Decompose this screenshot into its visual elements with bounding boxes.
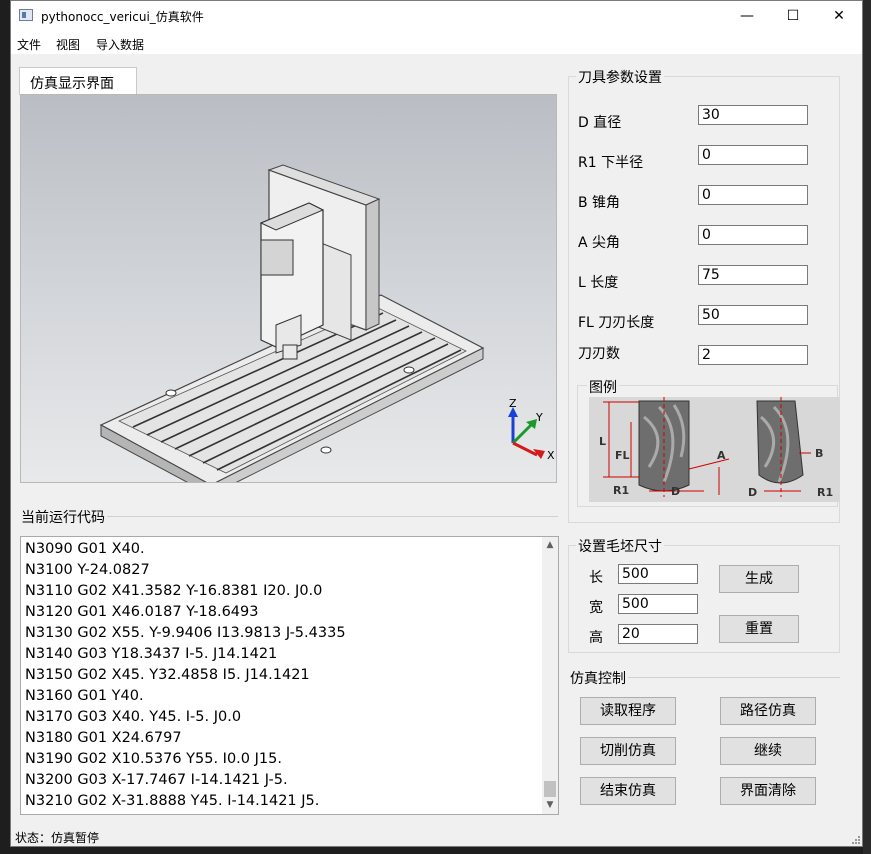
field-label-a: A 尖角 <box>578 235 621 251</box>
axis-y-label: Y <box>535 411 543 424</box>
blank-width-label: 宽 <box>589 600 603 616</box>
field-label-b: B 锥角 <box>578 195 621 211</box>
axis-z-label: Z <box>509 397 517 410</box>
menu-file[interactable]: 文件 <box>17 36 41 53</box>
menu-view[interactable]: 视图 <box>56 36 80 53</box>
column-side <box>365 198 380 331</box>
read-program-button[interactable]: 读取程序 <box>580 697 676 725</box>
scroll-thumb[interactable] <box>544 781 556 797</box>
field-label-r1: R1 下半径 <box>578 155 644 171</box>
tip-angle-input[interactable]: 0 <box>698 225 808 245</box>
diagram-label-a: A <box>717 449 726 462</box>
code-line: N3210 G02 X-31.8888 Y45. I-14.1421 J5. <box>25 793 320 809</box>
diagram-label-r1-left: R1 <box>613 484 629 497</box>
blank-length-input[interactable]: 500 <box>618 564 698 584</box>
blank-size-title: 设置毛坯尺寸 <box>576 536 664 556</box>
title-bar: pythonocc_vericui_仿真软件 — ☐ ✕ <box>11 1 862 32</box>
path-simulation-button[interactable]: 路径仿真 <box>720 697 816 725</box>
app-window: pythonocc_vericui_仿真软件 — ☐ ✕ 文件 视图 导入数据 … <box>10 0 863 847</box>
code-line: N3170 G03 X40. Y45. I-5. J0.0 <box>25 709 242 725</box>
table-hole <box>320 446 332 454</box>
axis-x-label: X <box>547 449 555 462</box>
tool-diagram: L FL A R1 D B D R1 <box>589 397 839 502</box>
cutting-simulation-button[interactable]: 切削仿真 <box>580 737 676 765</box>
tab-label: 仿真显示界面 <box>30 76 114 92</box>
code-section-title: 当前运行代码 <box>19 507 107 527</box>
menu-import-data[interactable]: 导入数据 <box>96 36 144 53</box>
tool-params-title: 刀具参数设置 <box>576 67 664 87</box>
end-simulation-button[interactable]: 结束仿真 <box>580 777 676 805</box>
field-label-fl: FL 刀刃长度 <box>578 315 655 331</box>
menu-bar: 文件 视图 导入数据 <box>11 32 862 54</box>
code-line: N3120 G01 X46.0187 Y-18.6493 <box>25 604 259 620</box>
maximize-button[interactable]: ☐ <box>770 1 816 32</box>
spindle-nose <box>282 344 298 360</box>
code-line: N3160 G01 Y40. <box>25 688 144 704</box>
field-label-flutes: 刀刃数 <box>578 346 620 362</box>
code-line: N3150 G02 X45. Y32.4858 I5. J14.1421 <box>25 667 310 683</box>
diagram-label-r1-right: R1 <box>817 486 833 499</box>
tab-simulation-display[interactable]: 仿真显示界面 <box>19 67 137 95</box>
code-line: N3110 G02 X41.3582 Y-16.8381 I20. J0.0 <box>25 583 323 599</box>
flute-length-input[interactable]: 50 <box>698 305 808 325</box>
diagram-label-d-right: D <box>748 486 757 499</box>
axis-triad: Z Y X <box>508 397 555 462</box>
code-line: N3190 G02 X10.5376 Y55. I0.0 J15. <box>25 751 282 767</box>
blank-height-input[interactable]: 20 <box>618 624 698 644</box>
tool-diagram-svg: L FL A R1 D B D R1 <box>599 397 833 499</box>
diameter-input[interactable]: 30 <box>698 105 808 125</box>
diagram-label-l: L <box>599 435 606 448</box>
clear-interface-button[interactable]: 界面清除 <box>720 777 816 805</box>
3d-viewer[interactable]: Z Y X <box>20 94 557 483</box>
close-button[interactable]: ✕ <box>816 1 862 32</box>
scroll-up-arrow-icon[interactable]: ▲ <box>542 537 558 554</box>
minimize-button[interactable]: — <box>724 1 770 32</box>
app-icon <box>19 9 33 21</box>
scroll-down-arrow-icon[interactable]: ▼ <box>542 797 558 814</box>
machine-model-svg: Z Y X <box>99 164 555 482</box>
blank-length-label: 长 <box>589 570 603 586</box>
blank-width-input[interactable]: 500 <box>618 594 698 614</box>
sim-control-title: 仿真控制 <box>568 668 628 688</box>
field-label-d: D 直径 <box>578 115 622 131</box>
table-hole <box>165 389 177 397</box>
legend-title: 图例 <box>587 377 619 397</box>
window-title: pythonocc_vericui_仿真软件 <box>41 10 204 24</box>
code-line: N3200 G03 X-17.7467 I-14.1421 J-5. <box>25 772 288 788</box>
code-line: N3090 G01 X40. <box>25 541 145 557</box>
diagram-label-b: B <box>815 447 823 460</box>
resize-grip-icon[interactable] <box>850 834 860 844</box>
code-scrollbar[interactable]: ▲ ▼ <box>542 537 558 814</box>
field-label-l: L 长度 <box>578 275 619 291</box>
status-bar-text: 状态：仿真暂停 <box>15 831 100 845</box>
taper-angle-input[interactable]: 0 <box>698 185 808 205</box>
generate-button[interactable]: 生成 <box>719 565 799 593</box>
lower-radius-input[interactable]: 0 <box>698 145 808 165</box>
code-listing[interactable]: N3090 G01 X40. N3100 Y-24.0827 N3110 G02… <box>20 536 559 815</box>
code-line: N3130 G02 X55. Y-9.9406 I13.9813 J-5.433… <box>25 625 346 641</box>
table-hole <box>403 366 415 374</box>
code-line: N3100 Y-24.0827 <box>25 562 150 578</box>
flute-count-input[interactable]: 2 <box>698 345 808 365</box>
blank-height-label: 高 <box>589 630 603 646</box>
motor-block <box>260 239 294 276</box>
length-input[interactable]: 75 <box>698 265 808 285</box>
code-line: N3180 G01 X24.6797 <box>25 730 182 746</box>
code-line: N3140 G03 Y18.3437 I-5. J14.1421 <box>25 646 278 662</box>
background-left-strip <box>0 0 10 854</box>
background-right-strip <box>863 0 871 854</box>
blank-size-group <box>568 545 840 653</box>
diagram-label-d-left: D <box>671 485 680 498</box>
reset-button[interactable]: 重置 <box>719 615 799 643</box>
diagram-label-fl: FL <box>615 449 630 462</box>
continue-button[interactable]: 继续 <box>720 737 816 765</box>
